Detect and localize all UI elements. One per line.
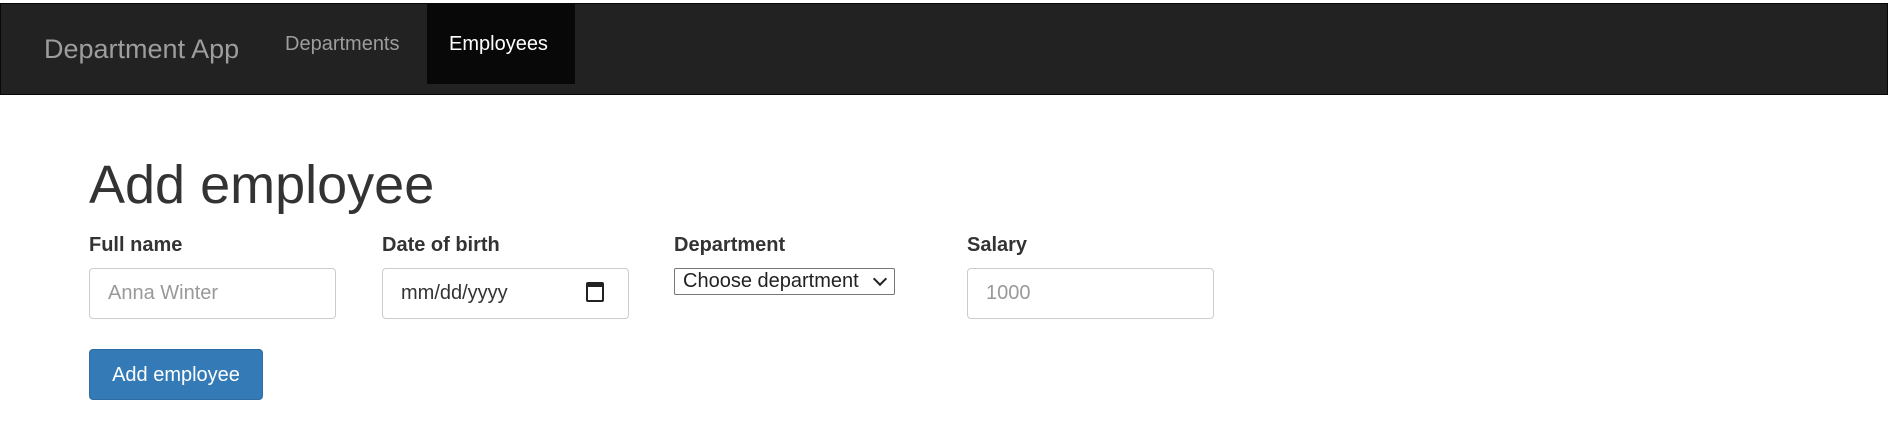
salary-input[interactable] [967, 268, 1214, 319]
navbar-brand[interactable]: Department App [44, 4, 239, 94]
navbar: Department App Departments Employees [0, 3, 1888, 95]
department-select-value: Choose department [683, 270, 859, 292]
department-select[interactable]: Choose department [674, 268, 895, 295]
page-title: Add employee [89, 155, 435, 215]
nav-item-employees[interactable]: Employees [427, 4, 575, 84]
calendar-icon[interactable] [586, 282, 604, 302]
date-of-birth-label: Date of birth [382, 234, 500, 256]
salary-label: Salary [967, 234, 1028, 256]
department-label: Department [674, 234, 786, 256]
date-of-birth-value: mm/dd/yyyy [401, 282, 508, 304]
full-name-label: Full name [89, 234, 183, 256]
chevron-down-icon [872, 271, 888, 287]
date-of-birth-input[interactable]: mm/dd/yyyy [382, 268, 629, 319]
add-employee-button[interactable]: Add employee [89, 349, 263, 400]
full-name-input[interactable] [89, 268, 336, 319]
nav-item-departments[interactable]: Departments [263, 4, 423, 84]
